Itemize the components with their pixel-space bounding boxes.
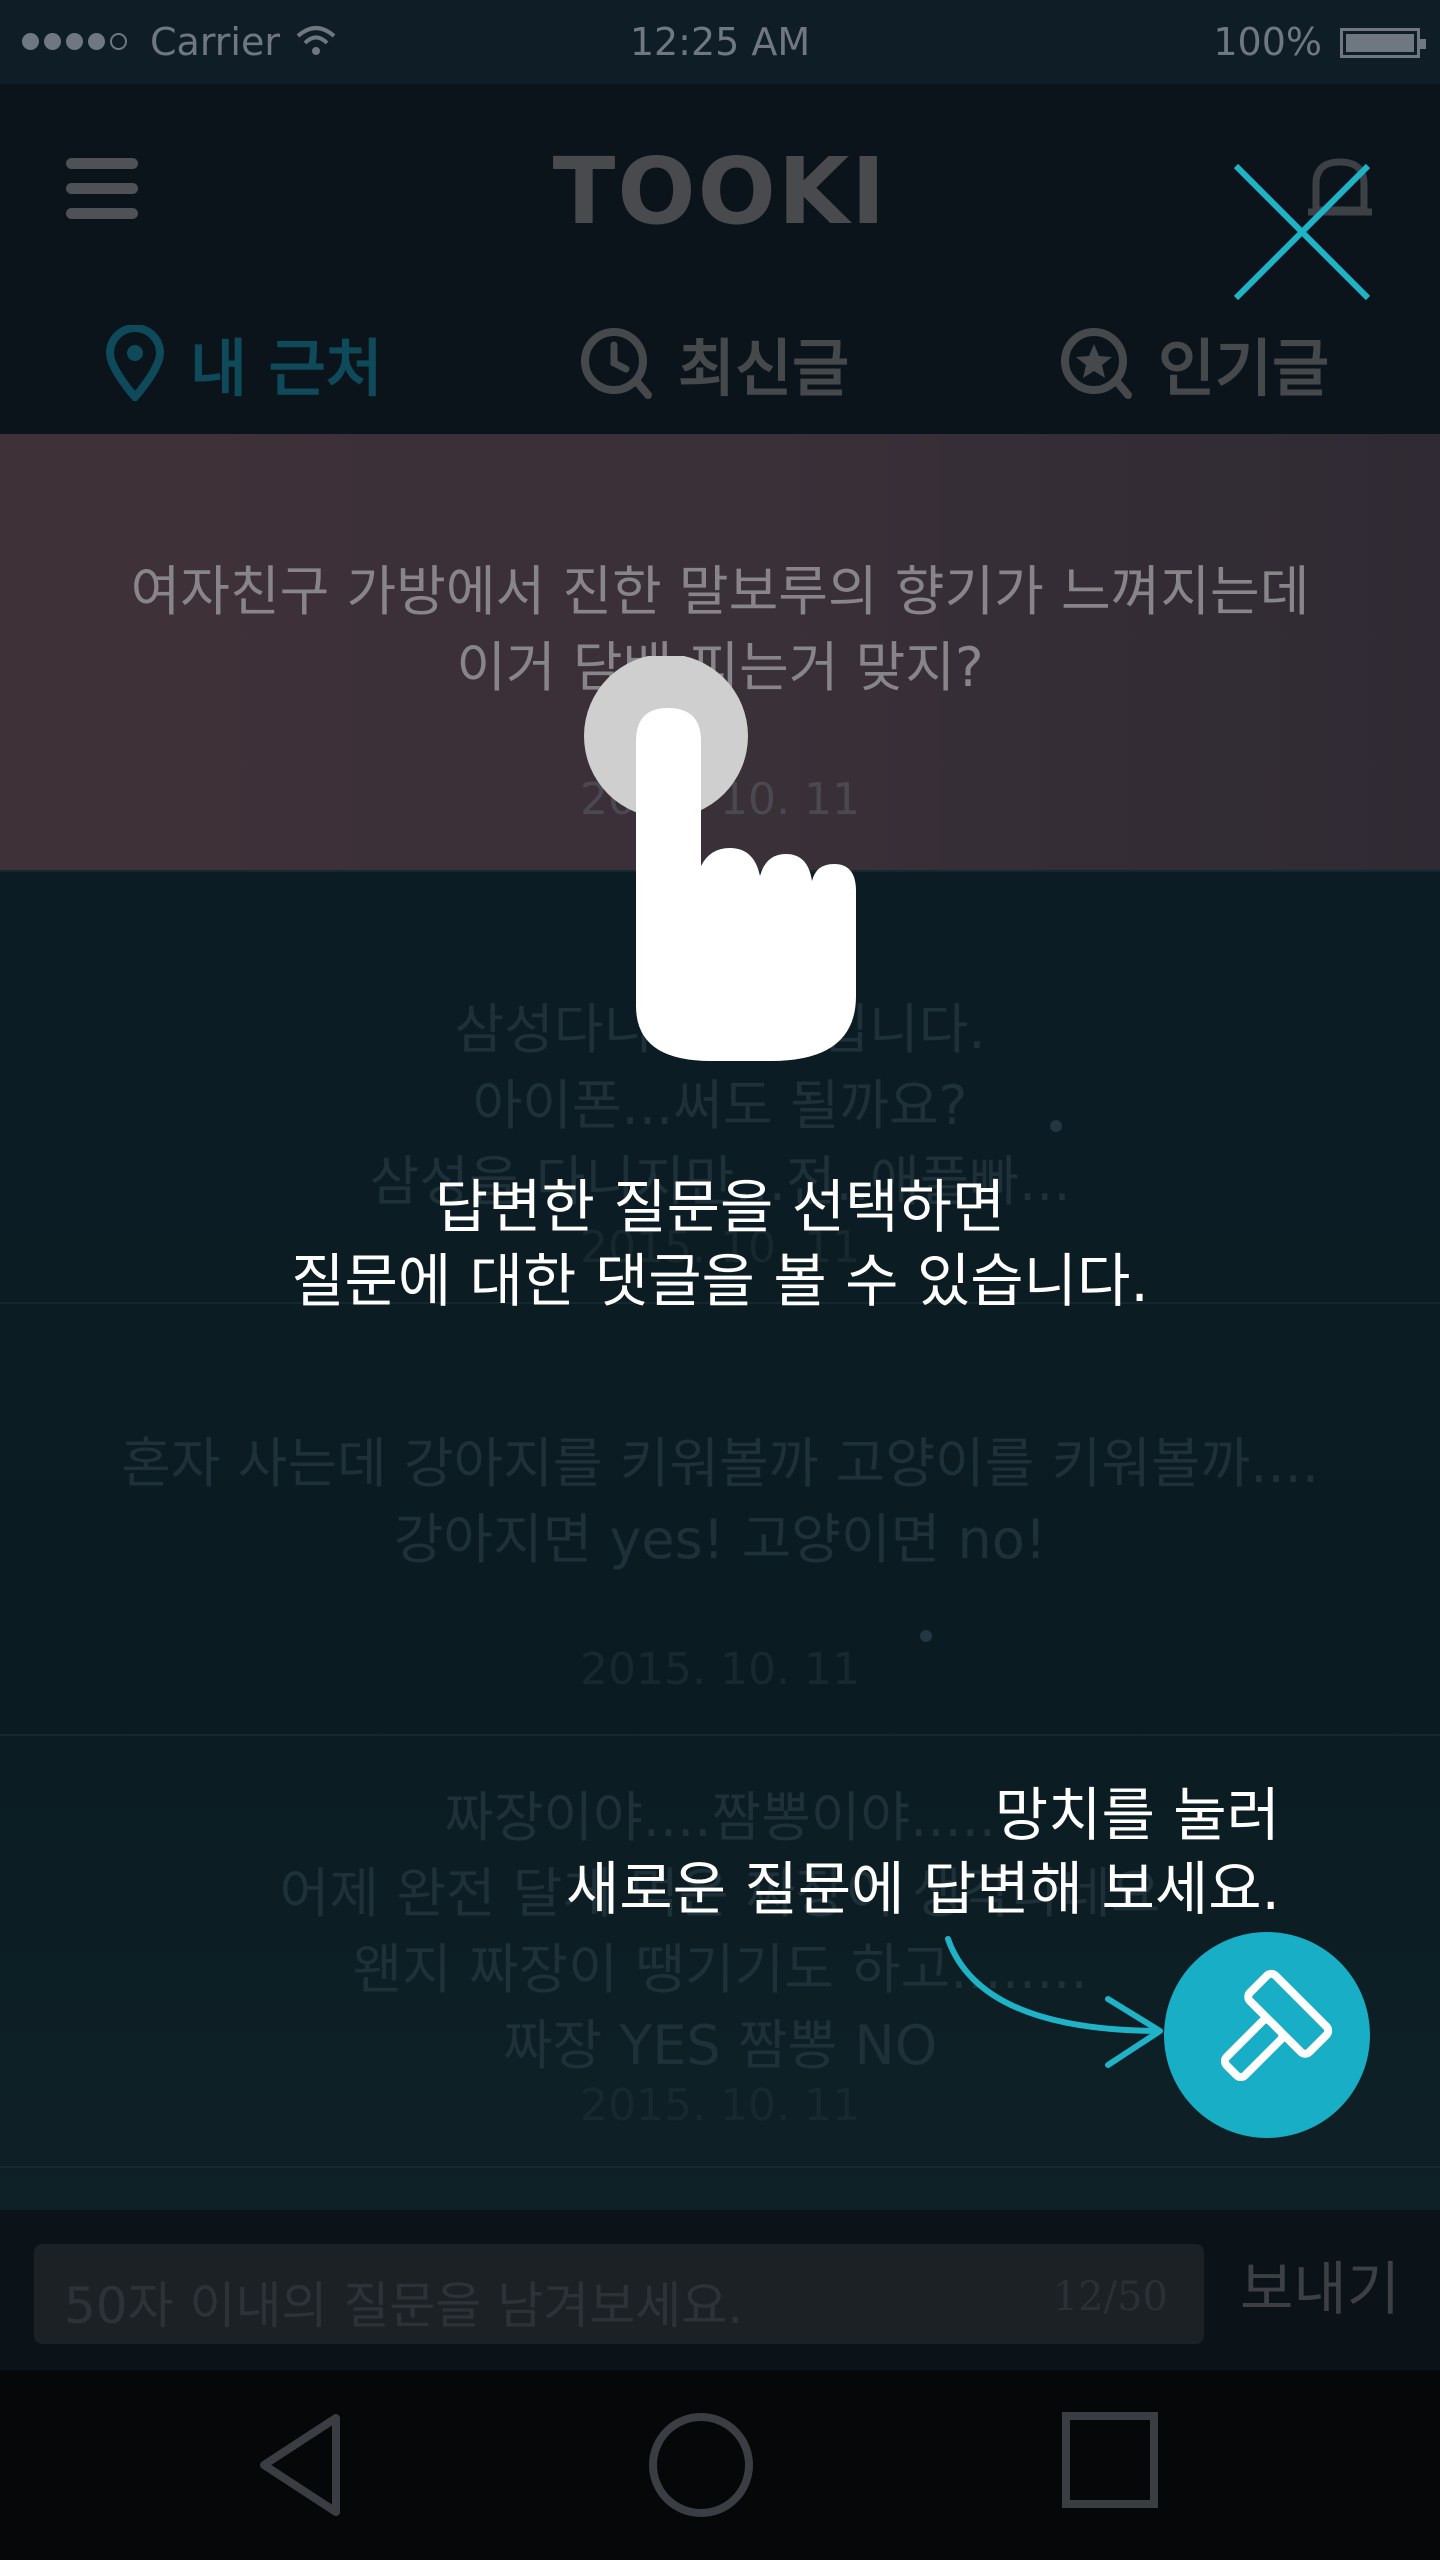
tutorial-tip-hammer: 망치를 눌러 새로운 질문에 답변해 보세요. xyxy=(565,1781,1280,1923)
tutorial-overlay: 답변한 질문을 선택하면 질문에 대한 댓글을 볼 수 있습니다. 망치를 눌러… xyxy=(0,0,1440,2560)
curved-arrow-icon xyxy=(945,1936,1163,2068)
tutorial-tip-select: 답변한 질문을 선택하면 질문에 대한 댓글을 볼 수 있습니다. xyxy=(291,1173,1149,1315)
close-icon[interactable] xyxy=(1228,158,1376,306)
hammer-answer-button[interactable] xyxy=(1164,1932,1370,2138)
tap-hand-icon xyxy=(584,656,856,1061)
hammer-icon xyxy=(1220,1969,1333,2082)
